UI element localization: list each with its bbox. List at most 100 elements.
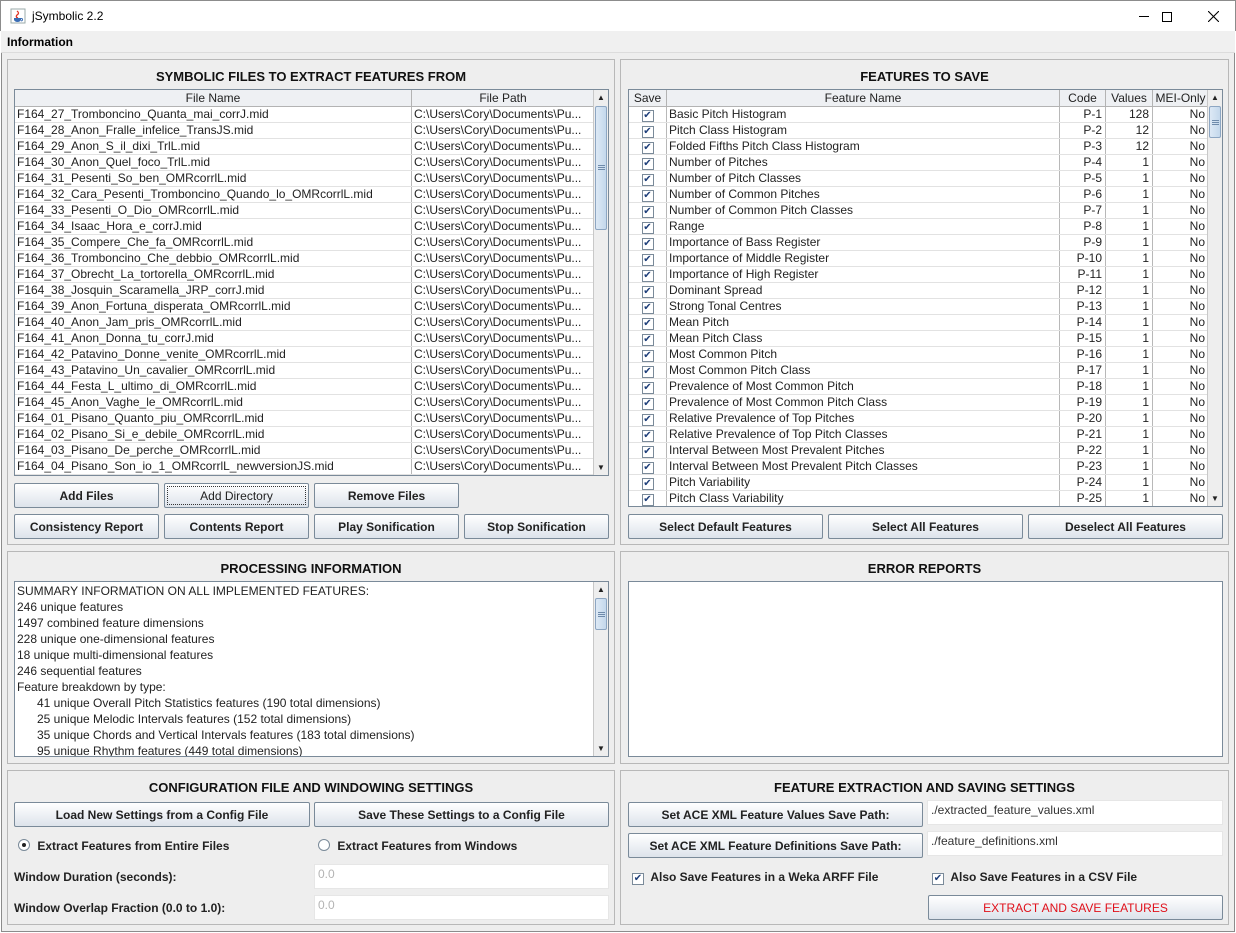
table-row[interactable]: F164_45_Anon_Vaghe_le_OMRcorrlL.mid C:\Us… (15, 395, 595, 411)
table-row[interactable]: ✔ Prevalence of Most Common Pitch Class P-… (629, 395, 1209, 411)
table-row[interactable]: ✔ Strong Tonal Centres P-13 1 No (629, 299, 1209, 315)
column-header-code[interactable]: Code (1060, 90, 1106, 106)
window-overlap-field[interactable]: 0.0 (314, 895, 609, 920)
save-config-button[interactable]: Save These Settings to a Config File (314, 802, 609, 827)
save-cell[interactable]: ✔ (629, 395, 667, 410)
table-row[interactable]: F164_42_Patavino_Donne_venite_OMRcorrlL.… (15, 347, 595, 363)
add-directory-button[interactable]: Add Directory (164, 483, 309, 508)
checkbox-checked-icon[interactable]: ✔ (641, 142, 654, 154)
checkbox-checked-icon[interactable]: ✔ (641, 462, 654, 474)
checkbox-checked-icon[interactable]: ✔ (641, 446, 654, 458)
scroll-thumb[interactable] (595, 598, 607, 630)
table-row[interactable]: ✔ Pitch Class Variability P-25 1 No (629, 491, 1209, 506)
definitions-path-field[interactable]: ./feature_definitions.xml (927, 831, 1223, 856)
deselect-all-features-button[interactable]: Deselect All Features (1028, 514, 1223, 539)
save-cell[interactable]: ✔ (629, 363, 667, 378)
features-table[interactable]: Save Feature Name Code Values MEI-Only ✔… (628, 89, 1223, 507)
csv-checkbox[interactable]: ✔ Also Save Features in a CSV File (932, 870, 1137, 885)
table-row[interactable]: ✔ Mean Pitch Class P-15 1 No (629, 331, 1209, 347)
column-header-values[interactable]: Values (1106, 90, 1153, 106)
add-files-button[interactable]: Add Files (14, 483, 159, 508)
title-bar[interactable]: jSymbolic 2.2 (0, 0, 1236, 31)
checkbox-checked-icon[interactable]: ✔ (641, 238, 654, 250)
table-row[interactable]: ✔ Relative Prevalence of Top Pitches P-20 1… (629, 411, 1209, 427)
save-cell[interactable]: ✔ (629, 427, 667, 442)
table-row[interactable]: F164_34_Isaac_Hora_e_corrJ.mid C:\Users\C… (15, 219, 595, 235)
checkbox-checked-icon[interactable]: ✔ (641, 366, 654, 378)
table-row[interactable]: ✔ Prevalence of Most Common Pitch P-18 1 No (629, 379, 1209, 395)
save-cell[interactable]: ✔ (629, 411, 667, 426)
table-row[interactable]: F164_37_Obrecht_La_tortorella_OMRcorrlL.… (15, 267, 595, 283)
table-row[interactable]: ✔ Dominant Spread P-12 1 No (629, 283, 1209, 299)
column-header-file-name[interactable]: File Name (15, 90, 412, 106)
checkbox-checked-icon[interactable]: ✔ (641, 110, 654, 122)
checkbox-checked-icon[interactable]: ✔ (641, 494, 654, 506)
values-path-field[interactable]: ./extracted_feature_values.xml (927, 800, 1223, 825)
scroll-up-arrow-icon[interactable]: ▲ (594, 582, 608, 597)
table-row[interactable]: F164_29_Anon_S_il_dixi_TrlL.mid C:\Users\… (15, 139, 595, 155)
table-row[interactable]: ✔ Importance of High Register P-11 1 No (629, 267, 1209, 283)
column-header-save[interactable]: Save (629, 90, 667, 106)
checkbox-checked-icon[interactable]: ✔ (641, 174, 654, 186)
save-cell[interactable]: ✔ (629, 283, 667, 298)
save-cell[interactable]: ✔ (629, 123, 667, 138)
save-cell[interactable]: ✔ (629, 315, 667, 330)
column-header-file-path[interactable]: File Path (412, 90, 595, 106)
checkbox-checked-icon[interactable]: ✔ (641, 126, 654, 138)
checkbox-checked-icon[interactable]: ✔ (641, 158, 654, 170)
scroll-down-arrow-icon[interactable]: ▼ (594, 741, 608, 756)
save-cell[interactable]: ✔ (629, 475, 667, 490)
save-cell[interactable]: ✔ (629, 331, 667, 346)
checkbox-checked-icon[interactable]: ✔ (641, 430, 654, 442)
table-row[interactable]: ✔ Number of Pitches P-4 1 No (629, 155, 1209, 171)
checkbox-checked-icon[interactable]: ✔ (641, 270, 654, 282)
table-row[interactable]: F164_39_Anon_Fortuna_disperata_OMRcorrlL… (15, 299, 595, 315)
features-scrollbar[interactable]: ▲ ▼ (1207, 90, 1222, 506)
save-cell[interactable]: ✔ (629, 379, 667, 394)
table-row[interactable]: F164_36_Tromboncino_Che_debbio_OMRcorrlL… (15, 251, 595, 267)
checkbox-checked-icon[interactable]: ✔ (641, 206, 654, 218)
table-row[interactable]: F164_01_Pisano_Quanto_piu_OMRcorrlL.mid C… (15, 411, 595, 427)
set-definitions-path-button[interactable]: Set ACE XML Feature Definitions Save Pat… (628, 833, 923, 858)
column-header-mei-only[interactable]: MEI-Only (1153, 90, 1209, 106)
save-cell[interactable]: ✔ (629, 267, 667, 282)
save-cell[interactable]: ✔ (629, 155, 667, 170)
checkbox-checked-icon[interactable]: ✔ (641, 382, 654, 394)
files-scrollbar[interactable]: ▲ ▼ (593, 90, 608, 475)
table-row[interactable]: F164_35_Compere_Che_fa_OMRcorrlL.mid C:\U… (15, 235, 595, 251)
scroll-up-arrow-icon[interactable]: ▲ (1208, 90, 1222, 105)
play-sonification-button[interactable]: Play Sonification (314, 514, 459, 539)
checkbox-checked-icon[interactable]: ✔ (641, 286, 654, 298)
table-row[interactable]: ✔ Most Common Pitch Class P-17 1 No (629, 363, 1209, 379)
table-row[interactable]: ✔ Importance of Bass Register P-9 1 No (629, 235, 1209, 251)
save-cell[interactable]: ✔ (629, 219, 667, 234)
close-button[interactable] (1190, 1, 1236, 32)
table-row[interactable]: ✔ Pitch Class Histogram P-2 12 No (629, 123, 1209, 139)
select-all-features-button[interactable]: Select All Features (828, 514, 1023, 539)
save-cell[interactable]: ✔ (629, 299, 667, 314)
checkbox-checked-icon[interactable]: ✔ (641, 350, 654, 362)
table-row[interactable]: ✔ Number of Common Pitches P-6 1 No (629, 187, 1209, 203)
checkbox-checked-icon[interactable]: ✔ (641, 478, 654, 490)
extract-and-save-button[interactable]: EXTRACT AND SAVE FEATURES (928, 895, 1223, 920)
table-row[interactable]: ✔ Range P-8 1 No (629, 219, 1209, 235)
column-header-feature-name[interactable]: Feature Name (667, 90, 1060, 106)
checkbox-checked-icon[interactable]: ✔ (641, 318, 654, 330)
error-reports-text-area[interactable] (628, 581, 1223, 757)
save-cell[interactable]: ✔ (629, 235, 667, 250)
table-row[interactable]: ✔ Folded Fifths Pitch Class Histogram P-3 1… (629, 139, 1209, 155)
table-row[interactable]: ✔ Most Common Pitch P-16 1 No (629, 347, 1209, 363)
save-cell[interactable]: ✔ (629, 443, 667, 458)
load-config-button[interactable]: Load New Settings from a Config File (14, 802, 310, 827)
save-cell[interactable]: ✔ (629, 139, 667, 154)
table-row[interactable]: F164_30_Anon_Quel_foco_TrlL.mid C:\Users\… (15, 155, 595, 171)
radio-extract-windows[interactable]: Extract Features from Windows (318, 839, 517, 853)
files-table[interactable]: File Name File Path F164_27_Tromboncino_… (14, 89, 609, 476)
table-row[interactable]: F164_44_Festa_L_ultimo_di_OMRcorrlL.mid C… (15, 379, 595, 395)
table-row[interactable]: ✔ Importance of Middle Register P-10 1 No (629, 251, 1209, 267)
table-row[interactable]: F164_33_Pesenti_O_Dio_OMRcorrlL.mid C:\Us… (15, 203, 595, 219)
window-duration-field[interactable]: 0.0 (314, 864, 609, 889)
table-row[interactable]: ✔ Interval Between Most Prevalent Pitch C… (629, 459, 1209, 475)
table-row[interactable]: ✔ Pitch Variability P-24 1 No (629, 475, 1209, 491)
save-cell[interactable]: ✔ (629, 347, 667, 362)
